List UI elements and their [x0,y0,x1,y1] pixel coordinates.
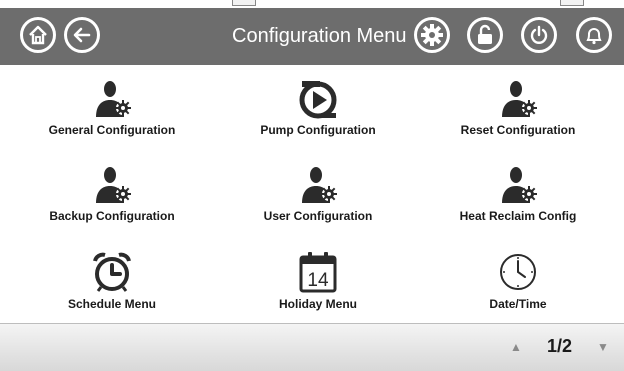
unlock-button[interactable] [467,17,503,53]
header-bar: Configuration Menu [0,8,624,65]
back-icon [73,27,91,43]
tile-backup-configuration[interactable]: Backup Configuration [12,165,212,223]
alarm-clock-icon [93,252,131,292]
tile-label: Heat Reclaim Config [459,209,577,223]
tile-label: Holiday Menu [278,297,357,311]
user-gear-icon [502,81,537,117]
alarm-button[interactable] [576,17,612,53]
page-down-button[interactable]: ▼ [597,340,609,354]
tile-reset-configuration[interactable]: Reset Configuration [418,79,618,137]
tile-label: Schedule Menu [67,297,156,311]
tile-label: Pump Configuration [260,123,376,137]
tile-date-time[interactable]: Date/Time [418,251,618,311]
home-icon [29,25,47,45]
tile-schedule-menu[interactable]: Schedule Menu [12,251,212,311]
top-strip [0,0,624,8]
back-button[interactable] [64,17,100,53]
top-tab-right [560,0,584,6]
tile-label: Backup Configuration [49,209,175,223]
tile-label: General Configuration [48,123,176,137]
user-gear-icon [96,167,131,203]
page-up-button[interactable]: ▲ [510,340,522,354]
power-button[interactable] [521,17,557,53]
tile-label: Reset Configuration [460,123,576,137]
tile-label: User Configuration [263,209,373,223]
user-gear-icon [502,167,537,203]
page-indicator: 1/2 [547,336,573,356]
settings-button[interactable] [414,17,450,53]
power-icon [530,25,548,44]
menu-grid: General Configuration Pump Configuration… [0,65,624,323]
bell-icon [586,28,602,45]
tile-label: Date/Time [489,297,547,311]
top-tab-left [232,0,256,6]
clock-icon [500,254,536,290]
tile-holiday-menu[interactable]: 14 Holiday Menu [218,251,418,311]
calendar-icon: 14 [299,252,337,293]
pump-icon [299,81,337,119]
tile-user-configuration[interactable]: User Configuration [218,165,418,223]
unlock-icon [478,24,492,44]
page-title: Configuration Menu [232,25,407,47]
tile-general-configuration[interactable]: General Configuration [12,79,212,137]
calendar-day: 14 [307,270,329,291]
user-gear-icon [96,81,131,117]
tile-heat-reclaim-config[interactable]: Heat Reclaim Config [418,165,618,223]
footer-bar: ▲ 1/2 ▼ [0,323,624,371]
home-button[interactable] [20,17,56,53]
user-gear-icon [302,167,337,203]
gear-icon [421,24,443,46]
tile-pump-configuration[interactable]: Pump Configuration [218,79,418,137]
